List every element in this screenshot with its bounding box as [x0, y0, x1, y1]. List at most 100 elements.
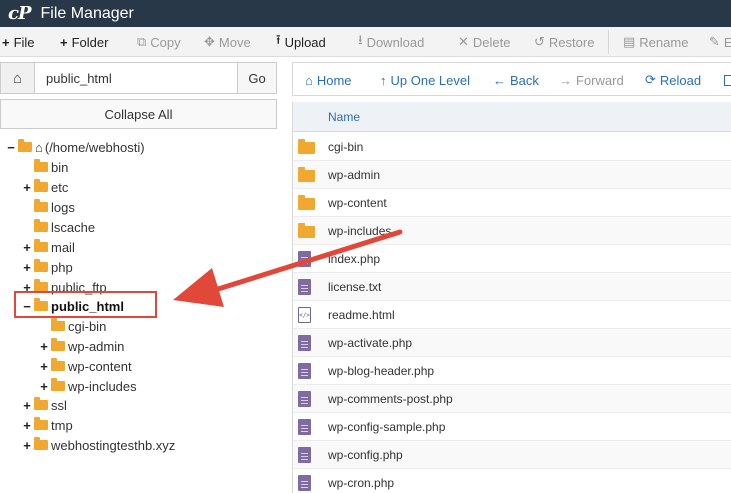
copy-button[interactable]: ⧉ Copy	[137, 27, 181, 57]
folder-icon	[34, 417, 48, 430]
expand-toggle-icon[interactable]: +	[22, 180, 32, 195]
file-row[interactable]: license.txt	[293, 273, 731, 301]
folder-icon	[34, 199, 48, 212]
folder-icon	[298, 167, 315, 182]
tree-item-label: php	[51, 259, 73, 275]
tree-item-bin[interactable]: bin	[22, 157, 68, 177]
upload-label: Upload	[284, 34, 326, 50]
go-button[interactable]: Go	[237, 62, 277, 94]
document-icon	[298, 363, 311, 379]
file-row[interactable]: </> readme.html	[293, 301, 731, 329]
delete-button[interactable]: ✕ Delete	[458, 27, 510, 57]
expand-toggle-icon[interactable]: +	[39, 379, 49, 394]
folder-icon	[34, 259, 48, 272]
tree-root[interactable]: − ⌂ (/home/webhosti)	[6, 137, 145, 157]
folder-icon	[298, 223, 315, 238]
tree-item-mail[interactable]: + mail	[22, 237, 75, 257]
restore-icon: ↺	[534, 34, 545, 49]
nav-forward-button[interactable]: → Forward	[559, 63, 624, 97]
tree-item-logs[interactable]: logs	[22, 197, 75, 217]
nav-home-label: Home	[316, 72, 352, 88]
folder-icon	[34, 159, 48, 172]
new-file-label: File	[13, 34, 35, 50]
file-row[interactable]: wp-admin	[293, 161, 731, 189]
document-icon	[298, 475, 311, 491]
document-icon	[298, 391, 311, 407]
folder-icon	[51, 318, 65, 331]
expand-toggle-icon[interactable]: +	[39, 339, 49, 354]
tree-item-label: cgi-bin	[68, 318, 107, 334]
checkbox-icon	[724, 74, 731, 86]
file-name: wp-content	[328, 196, 387, 210]
nav-reload-label: Reload	[659, 72, 702, 88]
nav-home-button[interactable]: ⌂ Home	[305, 63, 352, 97]
move-label: Move	[218, 34, 251, 50]
tree-root-label: (/home/webhosti)	[44, 139, 145, 155]
reload-icon: ⟳	[645, 72, 656, 87]
expand-toggle-icon[interactable]: +	[22, 240, 32, 255]
document-icon-shape	[298, 251, 311, 267]
tree-item-lscache[interactable]: lscache	[22, 217, 95, 237]
nav-back-button[interactable]: ← Back	[493, 63, 539, 97]
file-name: wp-blog-header.php	[328, 364, 435, 378]
nav-forward-label: Forward	[576, 72, 624, 88]
file-row[interactable]: wp-cron.php	[293, 469, 731, 493]
edit-button[interactable]: ✎ E	[709, 27, 731, 57]
folder-icon	[51, 378, 65, 391]
new-folder-button[interactable]: + Folder	[60, 27, 108, 57]
tree-item-etc[interactable]: + etc	[22, 177, 68, 197]
file-name: wp-comments-post.php	[328, 392, 453, 406]
collapse-toggle-icon[interactable]: −	[6, 140, 16, 155]
expand-toggle-icon[interactable]: +	[22, 438, 32, 453]
document-icon-shape	[298, 419, 311, 435]
tree-item-ssl[interactable]: + ssl	[22, 395, 67, 415]
cpanel-logo[interactable]: cP	[8, 3, 31, 24]
file-row[interactable]: wp-activate.php	[293, 329, 731, 357]
nav-reload-button[interactable]: ⟳ Reload	[645, 63, 701, 97]
file-row[interactable]: wp-content	[293, 189, 731, 217]
file-row[interactable]: wp-blog-header.php	[293, 357, 731, 385]
new-file-button[interactable]: + File	[2, 27, 35, 57]
path-input[interactable]	[35, 62, 238, 94]
restore-label: Restore	[548, 34, 595, 50]
restore-button[interactable]: ↺ Restore	[534, 27, 594, 57]
file-row[interactable]: wp-config-sample.php	[293, 413, 731, 441]
file-row[interactable]: wp-comments-post.php	[293, 385, 731, 413]
tree-item-tmp[interactable]: + tmp	[22, 415, 73, 435]
arrow-left-icon: ←	[493, 72, 506, 88]
rename-button[interactable]: ▤ Rename	[623, 27, 688, 57]
expand-toggle-icon[interactable]: +	[22, 418, 32, 433]
expand-toggle-icon[interactable]: +	[22, 398, 32, 413]
tree-item-webhostingtesthb-xyz[interactable]: + webhostingtesthb.xyz	[22, 435, 175, 455]
tree-item-wp-admin[interactable]: + wp-admin	[39, 336, 124, 356]
tree-item-label: logs	[51, 199, 75, 215]
nav-up-button[interactable]: ↑ Up One Level	[380, 63, 470, 97]
folder-icon	[34, 437, 48, 450]
collapse-all-button[interactable]: Collapse All	[0, 99, 277, 129]
expand-toggle-icon[interactable]: +	[22, 260, 32, 275]
column-header-name[interactable]: Name	[328, 102, 360, 132]
tree-item-wp-includes[interactable]: + wp-includes	[39, 376, 137, 396]
file-name: wp-admin	[328, 168, 381, 182]
file-row[interactable]: index.php	[293, 245, 731, 273]
tree-item-wp-content[interactable]: + wp-content	[39, 356, 132, 376]
tree-item-cgi-bin[interactable]: cgi-bin	[39, 316, 106, 336]
folder-icon	[34, 239, 48, 252]
download-button[interactable]: ⭳ Download	[358, 27, 424, 57]
upload-button[interactable]: ⭱ Upload	[276, 27, 326, 57]
tree-item-php[interactable]: + php	[22, 257, 73, 277]
folder-icon	[298, 195, 315, 210]
upload-icon: ⭱	[276, 32, 281, 47]
tree-item-label: bin	[51, 159, 69, 175]
file-row[interactable]: cgi-bin	[293, 133, 731, 161]
file-row[interactable]: wp-config.php	[293, 441, 731, 469]
app-title: File Manager	[40, 4, 134, 22]
expand-toggle-icon[interactable]: +	[39, 359, 49, 374]
home-path-button[interactable]: ⌂	[0, 62, 35, 94]
file-name: cgi-bin	[328, 140, 364, 154]
home-icon: ⌂	[305, 72, 313, 88]
select-all-checkbox[interactable]	[724, 63, 731, 97]
file-row[interactable]: wp-includes	[293, 217, 731, 245]
document-icon-shape	[298, 447, 311, 463]
move-button[interactable]: ✥ Move	[204, 27, 251, 57]
